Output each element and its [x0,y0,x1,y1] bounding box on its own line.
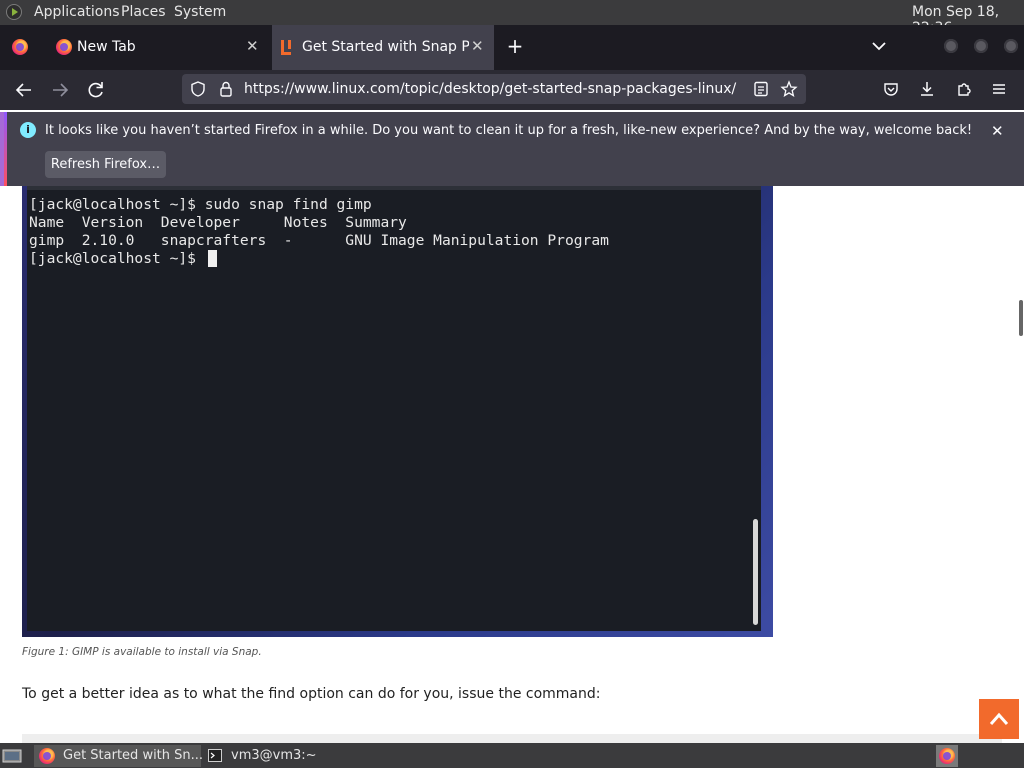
linux-com-favicon-icon [281,40,295,55]
article-paragraph: To get a better idea as to what the find… [22,686,601,702]
taskbar-item-label: vm3@vm3:~ [231,748,317,763]
places-menu[interactable]: Places [121,4,166,20]
back-arrow-icon [15,83,31,97]
list-all-tabs-button[interactable] [868,35,890,57]
bookmark-star-icon[interactable] [780,80,798,98]
terminal-line: gimp 2.10.0 snapcrafters - GNU Image Man… [29,232,609,249]
firefox-tab-icon [56,39,72,55]
terminal-scrollbar-thumb [753,519,758,625]
show-desktop-button[interactable] [2,747,22,765]
padlock-icon[interactable] [217,80,235,98]
tab-label: Get Started with Snap Packa [302,39,469,55]
applications-menu[interactable]: Applications [34,4,120,20]
maximize-window-icon[interactable] [974,39,988,53]
close-tab-icon[interactable]: ✕ [246,37,259,55]
reload-icon [88,82,103,98]
taskbar-item-firefox[interactable]: Get Started with Sn... [34,745,204,767]
terminal-line: [jack@localhost ~]$ [29,250,205,267]
taskbar-item-terminal[interactable]: vm3@vm3:~ [204,745,334,767]
firefox-view-icon[interactable] [12,39,28,55]
reader-view-icon[interactable] [752,80,770,98]
info-icon: i [20,122,36,138]
terminal-line: Name Version Developer Notes Summary [29,214,407,231]
tab-new-tab[interactable]: New Tab ✕ [44,25,270,70]
terminal-cursor [208,250,217,267]
new-tab-button[interactable]: + [505,34,525,58]
minimize-window-icon[interactable] [944,39,958,53]
terminal-icon [208,749,222,762]
forward-arrow-icon [53,83,69,97]
tray-firefox-launcher[interactable] [936,745,958,767]
code-block [22,734,1002,743]
terminal-line: [jack@localhost ~]$ sudo snap find gimp [29,196,372,213]
firefox-icon [39,748,55,764]
hamburger-menu-icon[interactable] [990,80,1008,98]
downloads-icon[interactable] [918,80,936,98]
figure-caption: Figure 1: GIMP is available to install v… [22,646,262,658]
chevron-down-icon [872,42,886,51]
top-panel: Applications Places System Mon Sep 18, 2… [0,0,1024,36]
tab-label: New Tab [77,39,136,55]
extensions-puzzle-icon[interactable] [955,80,973,98]
chevron-up-icon [989,712,1009,725]
page-scrollbar-thumb[interactable] [1019,300,1023,336]
firefox-icon [939,748,955,764]
back-button[interactable] [13,79,35,101]
close-tab-icon[interactable]: ✕ [471,37,484,55]
pocket-icon[interactable] [882,80,900,98]
reload-button[interactable] [85,79,107,101]
refresh-firefox-button[interactable]: Refresh Firefox… [45,151,166,178]
show-desktop-icon [2,749,22,763]
close-window-icon[interactable] [1004,39,1018,53]
url-text[interactable]: https://www.linux.com/topic/desktop/get-… [244,81,736,97]
system-menu[interactable]: System [174,4,226,20]
tracking-protection-shield-icon[interactable] [189,80,207,98]
forward-button[interactable] [49,79,71,101]
tab-active[interactable]: Get Started with Snap Packa ✕ [272,25,494,70]
distro-logo-icon[interactable] [6,4,22,20]
notification-message: It looks like you haven’t started Firefo… [45,123,973,138]
back-to-top-button[interactable] [979,699,1019,739]
taskbar-item-label: Get Started with Sn... [63,748,204,763]
close-notification-icon[interactable]: ✕ [991,122,1004,140]
